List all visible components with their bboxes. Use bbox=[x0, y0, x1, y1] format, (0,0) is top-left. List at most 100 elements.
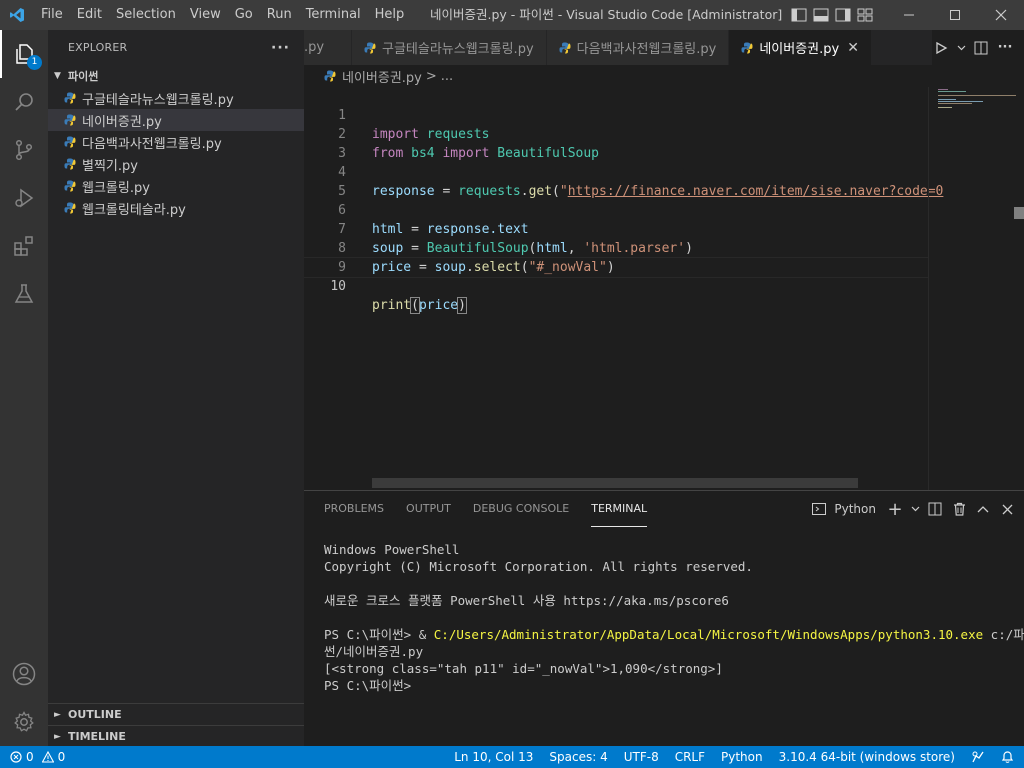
file-item[interactable]: 네이버증권.py bbox=[48, 109, 304, 131]
terminal-line: [<strong class="tah p11" id="_nowVal">1,… bbox=[324, 661, 723, 676]
explorer-title: EXPLORER bbox=[68, 41, 128, 54]
python-file-icon bbox=[324, 70, 342, 82]
tab-label: 다음백과사전웹크롤링.py bbox=[576, 42, 717, 57]
window-controls bbox=[886, 0, 1024, 30]
file-item[interactable]: 다음백과사전웹크롤링.py bbox=[48, 131, 304, 153]
menu-selection[interactable]: Selection bbox=[109, 0, 183, 30]
close-panel-icon[interactable] bbox=[998, 500, 1016, 518]
notifications-bell-icon[interactable] bbox=[1001, 750, 1014, 764]
maximize-panel-icon[interactable] bbox=[974, 500, 992, 518]
testing-flask-icon[interactable] bbox=[0, 270, 48, 318]
file-item[interactable]: 웹크롤링.py bbox=[48, 175, 304, 197]
menu-edit[interactable]: Edit bbox=[70, 0, 109, 30]
editor-tabs: .py 구글테슬라뉴스웹크롤링.py 다음백과사전웹크롤링.py 네이버증권.p… bbox=[304, 30, 1024, 65]
encoding[interactable]: UTF-8 bbox=[624, 750, 659, 764]
python-file-icon bbox=[64, 180, 82, 192]
breadcrumb-symbols[interactable]: ... bbox=[441, 69, 453, 84]
source-control-icon[interactable] bbox=[0, 126, 48, 174]
tab-daum[interactable]: 다음백과사전웹크롤링.py bbox=[546, 30, 730, 65]
file-item[interactable]: 별찍기.py bbox=[48, 153, 304, 175]
indentation[interactable]: Spaces: 4 bbox=[549, 750, 607, 764]
toggle-panel-icon[interactable] bbox=[812, 6, 830, 24]
menu-help[interactable]: Help bbox=[368, 0, 412, 30]
menu-file[interactable]: File bbox=[34, 0, 70, 30]
python-file-icon bbox=[64, 158, 82, 170]
tab-google-tesla[interactable]: 구글테슬라뉴스웹크롤링.py bbox=[352, 30, 547, 65]
tab-partial[interactable]: .py bbox=[304, 30, 352, 65]
chevron-down-icon[interactable] bbox=[910, 500, 920, 518]
terminal-icon bbox=[810, 500, 828, 518]
file-tree: 구글테슬라뉴스웹크롤링.py 네이버증권.py 다음백과사전웹크롤링.py 별찍… bbox=[48, 87, 304, 219]
new-terminal-icon[interactable]: + bbox=[886, 499, 904, 520]
warning-icon bbox=[41, 751, 54, 763]
end-of-line[interactable]: CRLF bbox=[675, 750, 705, 764]
customize-layout-icon[interactable] bbox=[856, 6, 874, 24]
explorer-sidebar: EXPLORER ··· ▼ 파이썬 구글테슬라뉴스웹크롤링.py 네이버증권.… bbox=[48, 30, 304, 746]
file-item[interactable]: 웹크롤링테슬라.py bbox=[48, 197, 304, 219]
code-editor[interactable]: 1 import requests 2 from bs4 import Beau… bbox=[304, 87, 1024, 490]
explorer-icon[interactable]: 1 bbox=[0, 30, 48, 78]
toggle-secondary-sidebar-icon[interactable] bbox=[834, 6, 852, 24]
accounts-icon[interactable] bbox=[0, 650, 48, 698]
menu-terminal[interactable]: Terminal bbox=[299, 0, 368, 30]
language-mode[interactable]: Python bbox=[721, 750, 763, 764]
menu-go[interactable]: Go bbox=[228, 0, 260, 30]
explorer-header: EXPLORER ··· bbox=[48, 30, 304, 65]
trash-icon[interactable] bbox=[950, 500, 968, 518]
code-line: 5 bbox=[304, 163, 928, 199]
tab-naver-active[interactable]: 네이버증권.py ✕ bbox=[729, 30, 872, 65]
code-line: 3 bbox=[304, 125, 928, 161]
outline-title: OUTLINE bbox=[68, 708, 122, 721]
code-line: 9 bbox=[304, 239, 928, 275]
breadcrumb-file[interactable]: 네이버증권.py bbox=[342, 67, 422, 86]
search-icon[interactable] bbox=[0, 78, 48, 126]
file-name: 네이버증권.py bbox=[82, 114, 162, 130]
terminal-line: Windows PowerShell bbox=[324, 542, 460, 557]
split-editor-icon[interactable] bbox=[972, 39, 990, 57]
chevron-down-icon[interactable] bbox=[956, 39, 966, 57]
outline-section[interactable]: ► OUTLINE bbox=[48, 703, 304, 725]
run-file-icon[interactable] bbox=[932, 39, 950, 57]
tab-output[interactable]: OUTPUT bbox=[406, 491, 451, 527]
file-name: 웹크롤링.py bbox=[82, 180, 150, 196]
folder-root[interactable]: ▼ 파이썬 bbox=[48, 65, 304, 87]
status-problems[interactable]: 0 0 bbox=[10, 746, 65, 768]
feedback-icon[interactable] bbox=[971, 750, 985, 764]
breadcrumb-separator: > bbox=[425, 68, 437, 84]
tab-terminal[interactable]: TERMINAL bbox=[591, 491, 648, 527]
vscode-logo-icon[interactable] bbox=[0, 0, 34, 30]
tab-debug-console[interactable]: DEBUG CONSOLE bbox=[473, 491, 569, 527]
run-debug-icon[interactable] bbox=[0, 174, 48, 222]
explorer-more-actions-icon[interactable]: ··· bbox=[271, 40, 290, 56]
menu-run[interactable]: Run bbox=[260, 0, 299, 30]
panel-tabs: PROBLEMS OUTPUT DEBUG CONSOLE TERMINAL bbox=[324, 491, 648, 527]
file-item[interactable]: 구글테슬라뉴스웹크롤링.py bbox=[48, 87, 304, 109]
close-window-icon[interactable] bbox=[978, 0, 1024, 30]
terminal-profile-name[interactable]: Python bbox=[834, 500, 876, 518]
python-file-icon bbox=[64, 136, 82, 148]
tab-problems[interactable]: PROBLEMS bbox=[324, 491, 384, 527]
menu-view[interactable]: View bbox=[183, 0, 228, 30]
horizontal-scrollbar[interactable] bbox=[372, 478, 858, 488]
more-actions-icon[interactable]: ··· bbox=[996, 39, 1014, 57]
title-bar: File Edit Selection View Go Run Terminal… bbox=[0, 0, 1024, 30]
maximize-icon[interactable] bbox=[932, 0, 978, 30]
close-tab-icon[interactable]: ✕ bbox=[847, 40, 859, 56]
python-file-icon bbox=[364, 42, 382, 54]
chevron-right-icon: ► bbox=[54, 731, 61, 742]
settings-gear-icon[interactable] bbox=[0, 698, 48, 746]
python-interpreter[interactable]: 3.10.4 64-bit (windows store) bbox=[779, 750, 955, 764]
window-title: 네이버증권.py - 파이썬 - Visual Studio Code [Adm… bbox=[430, 7, 783, 22]
split-terminal-icon[interactable] bbox=[926, 500, 944, 518]
line-number: 10 bbox=[330, 279, 346, 294]
python-file-icon bbox=[64, 114, 82, 126]
extensions-icon[interactable] bbox=[0, 222, 48, 270]
minimap[interactable] bbox=[928, 87, 1016, 490]
toggle-primary-sidebar-icon[interactable] bbox=[790, 6, 808, 24]
minimize-icon[interactable] bbox=[886, 0, 932, 30]
cursor-position[interactable]: Ln 10, Col 13 bbox=[454, 750, 533, 764]
code-line: 8 price = soup.select("#_nowVal") bbox=[304, 220, 928, 275]
timeline-section[interactable]: ► TIMELINE bbox=[48, 725, 304, 747]
editor-actions: ··· bbox=[932, 30, 1024, 65]
terminal-output[interactable]: Windows PowerShell Copyright (C) Microsof… bbox=[324, 541, 1024, 694]
